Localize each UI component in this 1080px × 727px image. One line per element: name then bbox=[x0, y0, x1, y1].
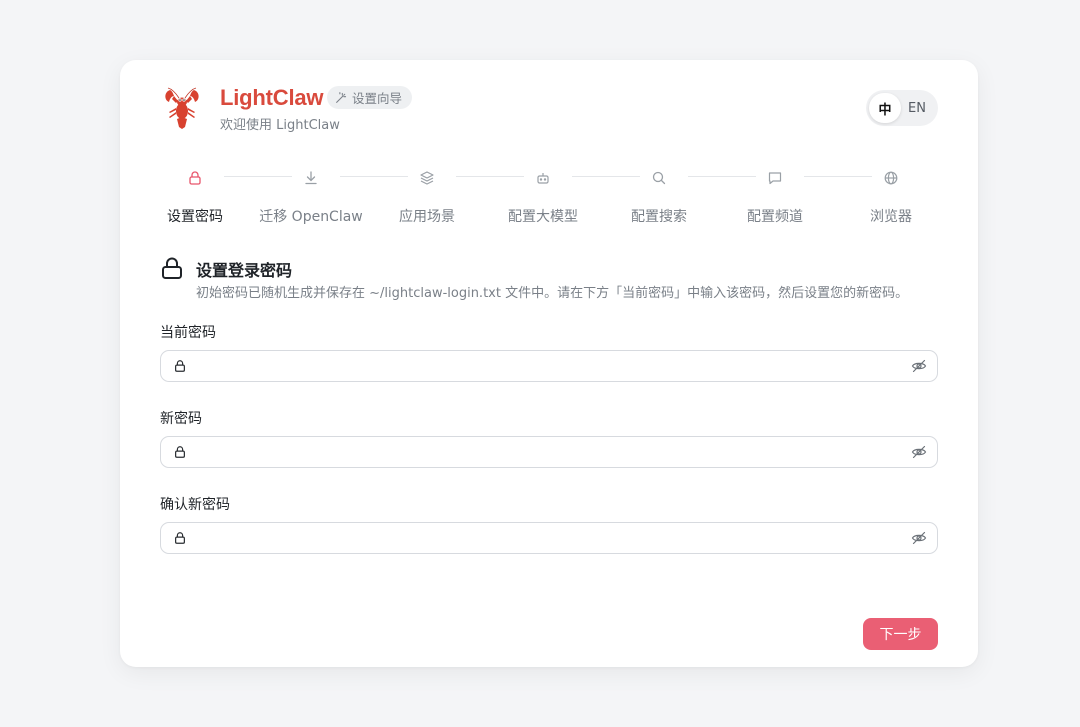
eye-off-icon[interactable] bbox=[911, 444, 927, 460]
confirm-password-label: 确认新密码 bbox=[160, 497, 230, 513]
section-title: 设置登录密码 bbox=[196, 261, 293, 280]
wizard-steps: 设置密码 迁移 OpenClaw 应用场景 配置大模型 配置搜索 配置频道 浏览… bbox=[140, 170, 958, 230]
current-password-field bbox=[160, 350, 938, 382]
eye-off-icon[interactable] bbox=[911, 530, 927, 546]
current-password-label: 当前密码 bbox=[160, 325, 216, 341]
step-set-password[interactable]: 设置密码 bbox=[140, 170, 250, 226]
step-configure-model[interactable]: 配置大模型 bbox=[488, 170, 598, 226]
wizard-badge: 设置向导 bbox=[327, 86, 413, 109]
step-browser[interactable]: 浏览器 bbox=[836, 170, 946, 226]
new-password-input[interactable] bbox=[195, 440, 895, 464]
step-configure-search[interactable]: 配置搜索 bbox=[604, 170, 714, 226]
search-icon bbox=[652, 171, 666, 185]
layers-icon bbox=[420, 171, 434, 185]
step-label: 应用场景 bbox=[399, 209, 455, 225]
step-label: 配置大模型 bbox=[508, 209, 578, 225]
lock-icon bbox=[175, 532, 185, 544]
step-configure-channel[interactable]: 配置频道 bbox=[720, 170, 830, 226]
new-password-label: 新密码 bbox=[160, 411, 202, 427]
magic-wand-icon bbox=[336, 92, 347, 103]
step-label: 浏览器 bbox=[870, 209, 912, 225]
step-use-cases[interactable]: 应用场景 bbox=[372, 170, 482, 226]
confirm-password-input[interactable] bbox=[195, 526, 895, 550]
download-icon bbox=[305, 171, 317, 185]
new-password-field bbox=[160, 436, 938, 468]
brand-name: LightClaw bbox=[220, 85, 324, 110]
lock-icon bbox=[162, 257, 182, 279]
current-password-input[interactable] bbox=[195, 354, 895, 378]
language-switcher: 中 EN bbox=[866, 90, 938, 126]
section-description: 初始密码已随机生成并保存在 ~/lightclaw-login.txt 文件中。… bbox=[196, 286, 909, 301]
setup-card: LightClaw 设置向导 欢迎使用 LightClaw 中 EN 设置密码 … bbox=[120, 60, 978, 667]
lock-icon bbox=[175, 360, 185, 372]
confirm-password-field bbox=[160, 522, 938, 554]
lock-icon bbox=[189, 171, 201, 185]
welcome-subtitle: 欢迎使用 LightClaw bbox=[220, 118, 340, 133]
next-step-button[interactable]: 下一步 bbox=[863, 618, 938, 650]
globe-icon bbox=[884, 171, 898, 185]
lang-option-zh[interactable]: 中 bbox=[869, 93, 901, 123]
step-label: 迁移 OpenClaw bbox=[259, 209, 363, 225]
bot-icon bbox=[537, 173, 549, 184]
eye-off-icon[interactable] bbox=[911, 358, 927, 374]
step-label: 设置密码 bbox=[167, 209, 223, 225]
lock-icon bbox=[175, 446, 185, 458]
message-icon bbox=[768, 172, 782, 185]
step-label: 配置频道 bbox=[747, 209, 803, 225]
step-label: 配置搜索 bbox=[631, 209, 687, 225]
step-migrate-openclaw[interactable]: 迁移 OpenClaw bbox=[256, 170, 366, 226]
lobster-logo-icon bbox=[165, 87, 199, 129]
wizard-badge-label: 设置向导 bbox=[352, 91, 403, 106]
lang-option-en[interactable]: EN bbox=[901, 93, 933, 123]
